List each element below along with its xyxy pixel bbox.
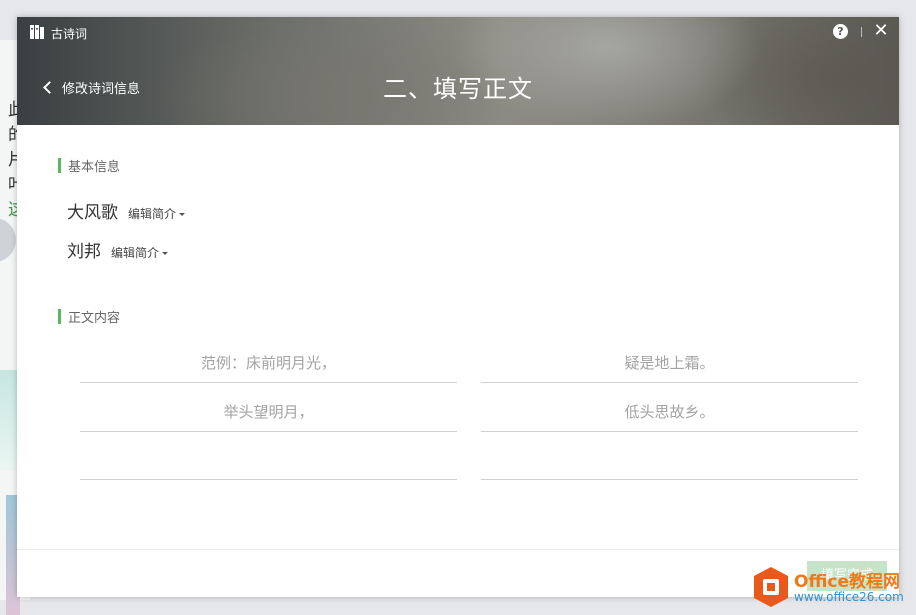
section-title-text: 基本信息 xyxy=(68,159,121,175)
poem-title-row: 大风歌 编辑简介 xyxy=(67,198,186,223)
caret-down-icon xyxy=(179,213,186,216)
footer-divider xyxy=(17,549,899,550)
fill-content-dialog: 古诗词 ? ✕ 修改诗词信息 二、填写正文 基本信息 大风歌 编辑简介 刘邦 编… xyxy=(17,17,899,597)
book-icon xyxy=(30,25,44,39)
section-title-text: 正文内容 xyxy=(68,310,121,326)
poem-line-input-1[interactable] xyxy=(80,343,457,383)
poem-author-value: 刘邦 xyxy=(67,242,101,262)
section-accent-bar xyxy=(58,157,61,173)
background-banner xyxy=(0,370,18,470)
titlebar-divider xyxy=(861,27,862,37)
edit-title-intro-button[interactable]: 编辑简介 xyxy=(128,205,186,222)
poem-line-input-5[interactable] xyxy=(80,440,457,480)
poem-author-row: 刘邦 编辑简介 xyxy=(67,237,169,262)
section-title-content: 正文内容 xyxy=(58,308,121,326)
page-title: 二、填写正文 xyxy=(383,75,533,103)
background-avatar xyxy=(0,218,16,262)
dialog-header: 古诗词 ? ✕ 修改诗词信息 二、填写正文 xyxy=(17,17,899,125)
section-accent-bar xyxy=(58,308,61,324)
edit-intro-label: 编辑简介 xyxy=(128,207,177,221)
poem-title-value: 大风歌 xyxy=(67,203,118,223)
section-title-basic-info: 基本信息 xyxy=(58,157,121,175)
poem-line-input-4[interactable] xyxy=(481,392,858,432)
help-bubble-icon[interactable]: ? xyxy=(833,24,848,39)
caret-down-icon xyxy=(162,252,169,255)
office-logo-icon xyxy=(754,567,788,607)
poem-line-input-6[interactable] xyxy=(481,440,858,480)
app-title: 古诗词 xyxy=(51,27,88,41)
close-icon[interactable]: ✕ xyxy=(873,22,889,40)
watermark-brand: Office教程网 xyxy=(794,572,901,592)
watermark: Office教程网 www.office26.com xyxy=(752,563,912,609)
edit-intro-label: 编辑简介 xyxy=(111,246,160,260)
poem-line-input-3[interactable] xyxy=(80,392,457,432)
watermark-url: www.office26.com xyxy=(794,590,904,604)
poem-line-input-2[interactable] xyxy=(481,343,858,383)
edit-author-intro-button[interactable]: 编辑简介 xyxy=(111,244,169,261)
